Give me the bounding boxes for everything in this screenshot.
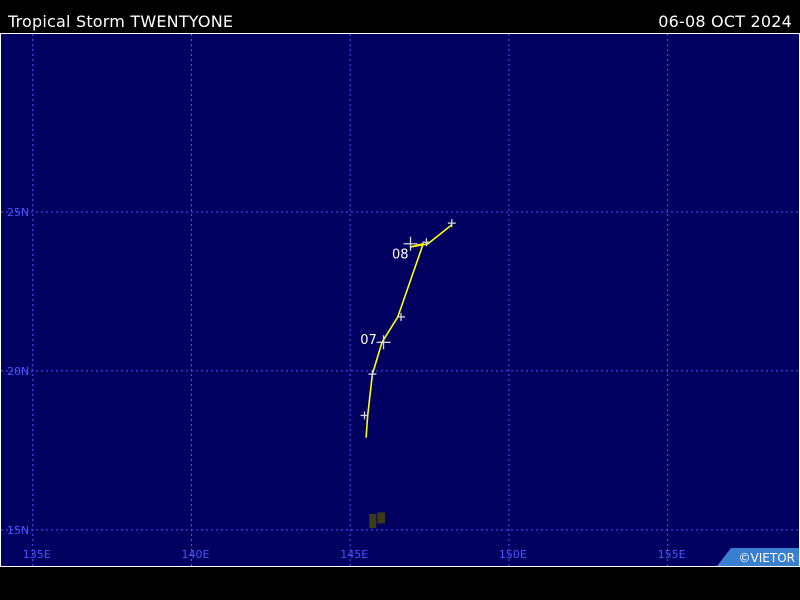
island-1 [369,513,377,529]
day-label: 07 [360,333,377,348]
position-marker [368,370,377,379]
longitude-label: 155E [658,548,686,561]
latitude-label: 20N [7,365,29,378]
longitude-label: 145E [340,548,368,561]
date-range: 06-08 OCT 2024 [658,12,792,31]
latitude-label: 15N [7,524,29,537]
map-canvas: 135E 140E 145E 150E 155E 15N 20N 25N 07 08 [1,34,799,566]
latitude-label: 25N [7,206,29,219]
track-map: 135E 140E 145E 150E 155E 15N 20N 25N 07 08 ©VIETO… [0,33,800,567]
longitude-label: 135E [23,548,51,561]
header-bar: Tropical Storm TWENTYONE 06-08 OCT 2024 [0,0,800,33]
footer-bar [0,567,800,600]
day-label: 08 [392,247,409,262]
storm-title: Tropical Storm TWENTYONE [8,12,234,31]
longitude-label: 140E [181,548,209,561]
position-marker [376,335,391,350]
island-0 [377,512,386,524]
position-marker [447,219,456,228]
copyright-label: ©VIETOR [738,551,795,565]
longitude-label: 150E [499,548,527,561]
storm-track-line [365,224,453,438]
